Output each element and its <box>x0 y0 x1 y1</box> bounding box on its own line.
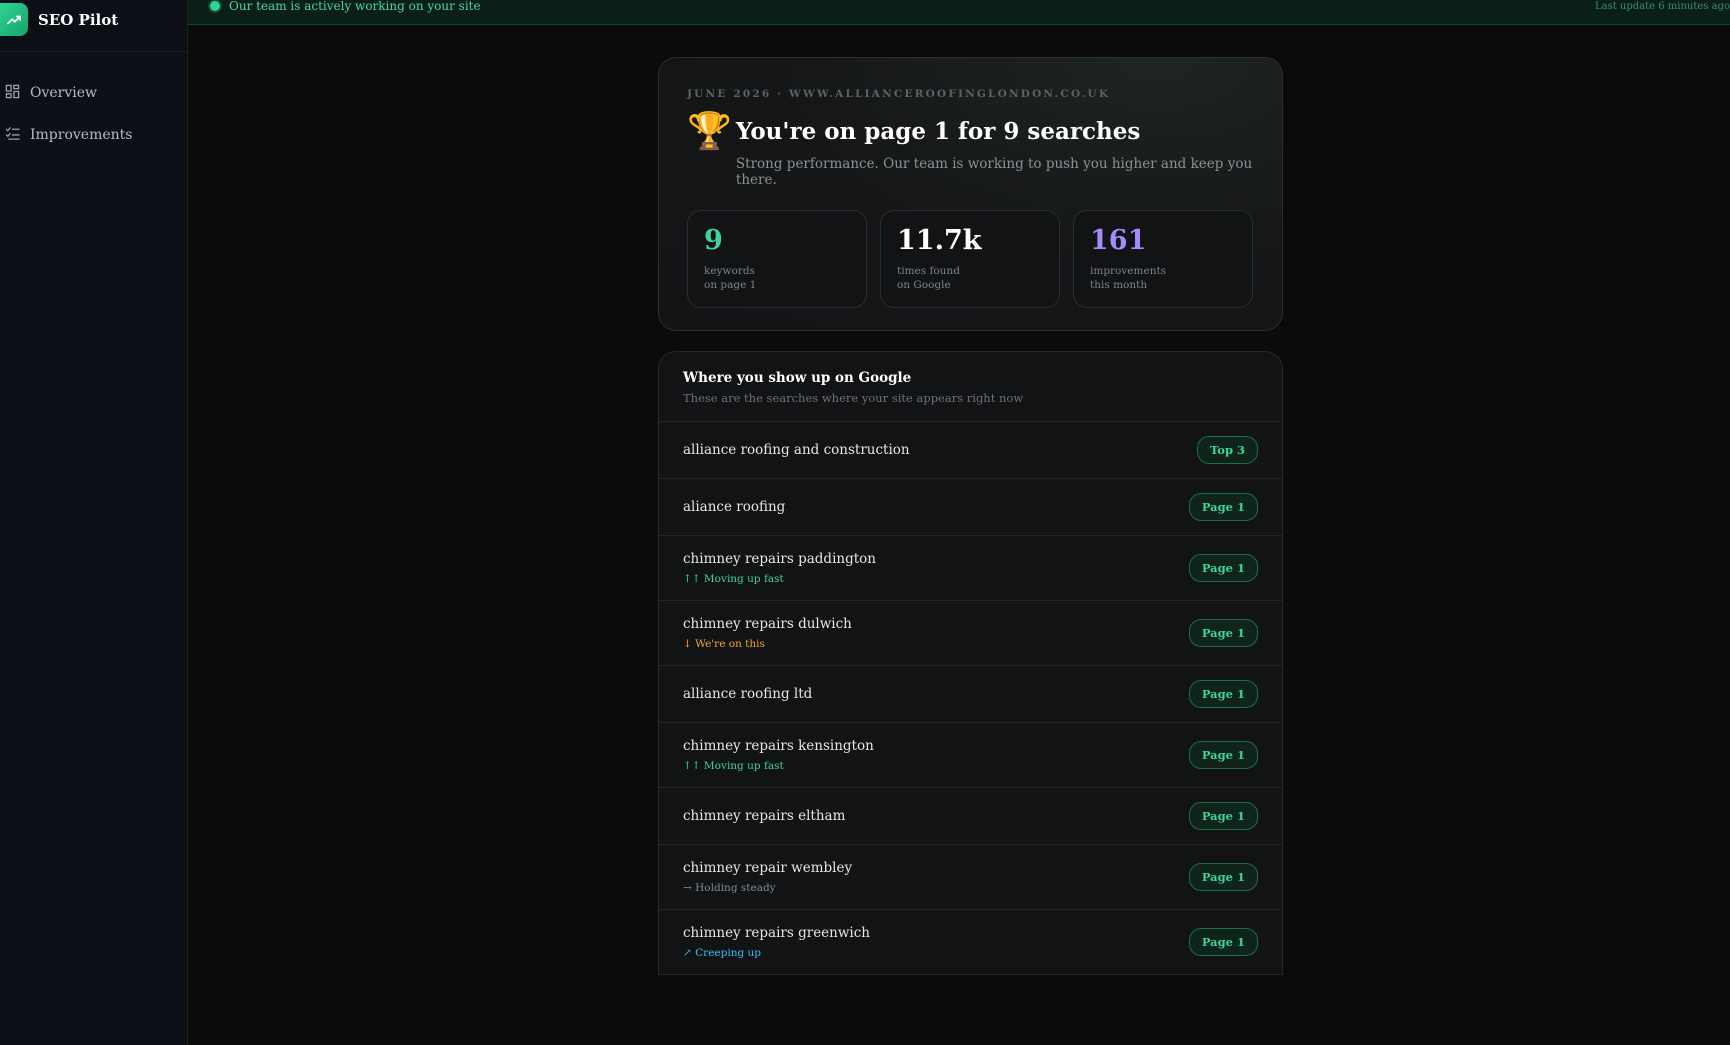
rank-badge: Page 1 <box>1188 554 1258 582</box>
stat-label: on page 1 <box>704 279 757 291</box>
rank-badge: Page 1 <box>1188 680 1258 708</box>
search-term: chimney repairs greenwich <box>683 925 870 941</box>
trend-indicator: → Holding steady <box>683 882 776 894</box>
rank-badge: Page 1 <box>1188 863 1258 891</box>
search-term: chimney repairs dulwich <box>683 616 852 632</box>
stats: 9 keywords on page 1 11.7k times found on … <box>687 210 1254 308</box>
list-item[interactable]: chimney repairs greenwich ↗ Creeping up Pa… <box>659 910 1282 975</box>
list-item[interactable]: aliance roofing Page 1 <box>659 479 1282 536</box>
rank-badge: Top 3 <box>1197 436 1258 464</box>
grid-icon <box>5 84 30 103</box>
trend-indicator: ↗ Creeping up <box>683 947 762 959</box>
sidebar-nav: Overview Improvements <box>0 52 187 146</box>
report-period: JUNE 2026 · WWW.ALLIANCEROOFINGLONDON.CO… <box>687 88 1111 100</box>
search-term: chimney repairs paddington <box>683 551 876 567</box>
trophy-icon: 🏆 <box>687 111 732 152</box>
last-update: Last update 6 minutes ago <box>1595 0 1730 12</box>
checklist-icon <box>5 126 30 145</box>
status-dot-icon <box>210 1 220 11</box>
search-term: alliance roofing and construction <box>683 442 910 458</box>
status-text: Our team is actively working on your sit… <box>229 0 481 13</box>
list-item[interactable]: chimney repairs kensington ↑↑ Moving up f… <box>659 723 1282 788</box>
search-term: aliance roofing <box>683 499 786 515</box>
stat-improvements: 161 improvements this month <box>1073 210 1253 308</box>
list-item[interactable]: chimney repairs eltham Page 1 <box>659 788 1282 845</box>
stat-label: on Google <box>897 279 951 291</box>
brand[interactable]: SEO Pilot <box>0 0 187 52</box>
rankings-header: Where you show up on Google These are th… <box>659 352 1282 422</box>
stat-keywords: 9 keywords on page 1 <box>687 210 867 308</box>
rankings-list: Where you show up on Google These are th… <box>658 351 1283 975</box>
list-item[interactable]: chimney repair wembley → Holding steady Pa… <box>659 845 1282 910</box>
list-item[interactable]: chimney repairs dulwich ↓ We're on this Pa… <box>659 601 1282 666</box>
stat-label: improvements <box>1090 265 1167 277</box>
main-content: JUNE 2026 · WWW.ALLIANCEROOFINGLONDON.CO… <box>658 57 1283 975</box>
app-name: SEO Pilot <box>38 10 119 29</box>
list-item[interactable]: alliance roofing ltd Page 1 <box>659 666 1282 723</box>
search-term: alliance roofing ltd <box>683 686 813 702</box>
summary-card: JUNE 2026 · WWW.ALLIANCEROOFINGLONDON.CO… <box>658 57 1283 331</box>
summary-subtitle: Strong performance. Our team is working … <box>735 156 1253 188</box>
rank-badge: Page 1 <box>1188 619 1258 647</box>
stat-label: keywords <box>704 265 755 277</box>
rank-badge: Page 1 <box>1188 802 1258 830</box>
stat-value: 11.7k <box>897 225 982 256</box>
stat-label: this month <box>1090 279 1148 291</box>
trend-indicator: ↑↑ Moving up fast <box>683 573 784 585</box>
sidebar-item-label: Improvements <box>30 127 133 143</box>
trend-indicator: ↑↑ Moving up fast <box>683 760 784 772</box>
search-term: chimney repair wembley <box>683 860 853 876</box>
list-item[interactable]: chimney repairs paddington ↑↑ Moving up f… <box>659 536 1282 601</box>
section-title: Where you show up on Google <box>683 370 912 386</box>
sidebar-item-label: Overview <box>30 85 98 101</box>
page-title: You're on page 1 for 9 searches <box>735 118 1141 145</box>
stat-value: 9 <box>704 225 723 256</box>
search-term: chimney repairs kensington <box>683 738 874 754</box>
rank-badge: Page 1 <box>1188 928 1258 956</box>
stat-impressions: 11.7k times found on Google <box>880 210 1060 308</box>
sidebar-item-overview[interactable]: Overview <box>0 82 187 104</box>
rank-badge: Page 1 <box>1188 493 1258 521</box>
sidebar-item-improvements[interactable]: Improvements <box>0 124 187 146</box>
trending-up-icon <box>0 3 28 36</box>
section-subtitle: These are the searches where your site a… <box>683 391 1024 405</box>
search-term: chimney repairs eltham <box>683 808 846 824</box>
sidebar: SEO Pilot Overview Improvements <box>0 0 188 1045</box>
stat-value: 161 <box>1090 225 1147 256</box>
status-banner: Our team is actively working on your sit… <box>188 0 1730 25</box>
stat-label: times found <box>897 265 960 277</box>
trend-indicator: ↓ We're on this <box>683 638 765 650</box>
list-item[interactable]: alliance roofing and construction Top 3 <box>659 422 1282 479</box>
rank-badge: Page 1 <box>1188 741 1258 769</box>
